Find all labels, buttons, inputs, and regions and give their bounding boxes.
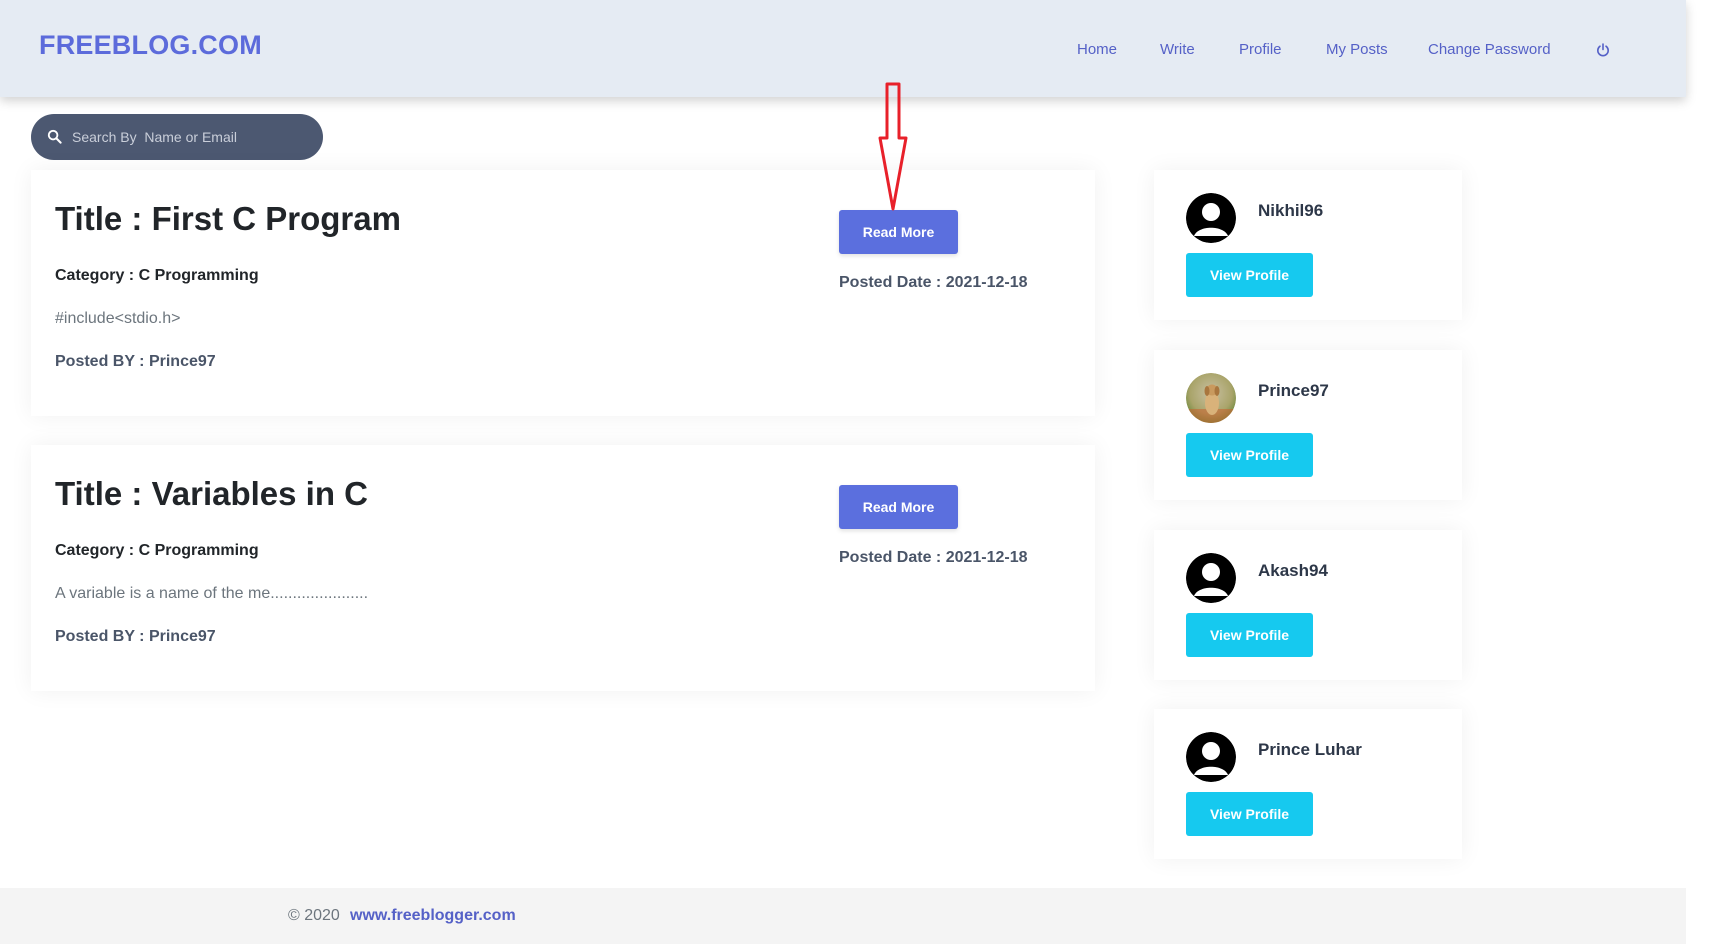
page: FREEBLOG.COM Home Write Profile My Posts… <box>0 0 1719 944</box>
post-card: Title : First C Program Category : C Pro… <box>31 170 1095 416</box>
view-profile-button[interactable]: View Profile <box>1186 613 1313 657</box>
post-title: Title : First C Program <box>55 200 401 237</box>
nav-profile-link[interactable]: Profile <box>1239 41 1282 58</box>
search-icon <box>47 129 62 144</box>
nav-change-password-link[interactable]: Change Password <box>1428 41 1551 58</box>
nav-home-link[interactable]: Home <box>1077 41 1117 58</box>
default-avatar-icon <box>1186 193 1236 243</box>
post-category: Category : C Programming <box>55 542 259 559</box>
user-card: Prince Luhar View Profile <box>1154 709 1462 859</box>
default-avatar-icon <box>1186 553 1236 603</box>
navbar: FREEBLOG.COM Home Write Profile My Posts… <box>0 0 1686 97</box>
post-author: Posted BY : Prince97 <box>55 353 216 370</box>
post-excerpt: A variable is a name of the me..........… <box>55 585 369 602</box>
read-more-button[interactable]: Read More <box>839 485 958 529</box>
footer: © 2020 www.freeblogger.com <box>0 888 1686 944</box>
view-profile-button[interactable]: View Profile <box>1186 433 1313 477</box>
view-profile-button[interactable]: View Profile <box>1186 253 1313 297</box>
user-card: Akash94 View Profile <box>1154 530 1462 680</box>
brand-logo[interactable]: FREEBLOG.COM <box>39 30 262 61</box>
post-author: Posted BY : Prince97 <box>55 628 216 645</box>
post-category: Category : C Programming <box>55 267 259 284</box>
power-icon[interactable] <box>1595 42 1611 58</box>
user-name: Akash94 <box>1258 561 1328 580</box>
read-more-button[interactable]: Read More <box>839 210 958 254</box>
user-card: Nikhil96 View Profile <box>1154 170 1462 320</box>
nav-my-posts-link[interactable]: My Posts <box>1326 41 1388 58</box>
post-date: Posted Date : 2021-12-18 <box>839 549 1028 566</box>
user-card: Prince97 View Profile <box>1154 350 1462 500</box>
post-excerpt: #include<stdio.h> <box>55 310 181 327</box>
post-card: Title : Variables in C Category : C Prog… <box>31 445 1095 691</box>
view-profile-button[interactable]: View Profile <box>1186 792 1313 836</box>
footer-site-link[interactable]: www.freeblogger.com <box>350 907 516 925</box>
post-date: Posted Date : 2021-12-18 <box>839 274 1028 291</box>
annotation-arrow-icon <box>878 82 908 211</box>
user-name: Nikhil96 <box>1258 201 1324 220</box>
user-name: Prince Luhar <box>1258 740 1362 759</box>
default-avatar-icon <box>1186 732 1236 782</box>
footer-copyright: © 2020 <box>288 907 340 924</box>
search-bar <box>31 114 323 160</box>
user-name: Prince97 <box>1258 381 1329 400</box>
search-input[interactable] <box>72 122 307 152</box>
post-title: Title : Variables in C <box>55 475 369 512</box>
dog-photo-avatar <box>1186 373 1236 423</box>
nav-write-link[interactable]: Write <box>1160 41 1195 58</box>
